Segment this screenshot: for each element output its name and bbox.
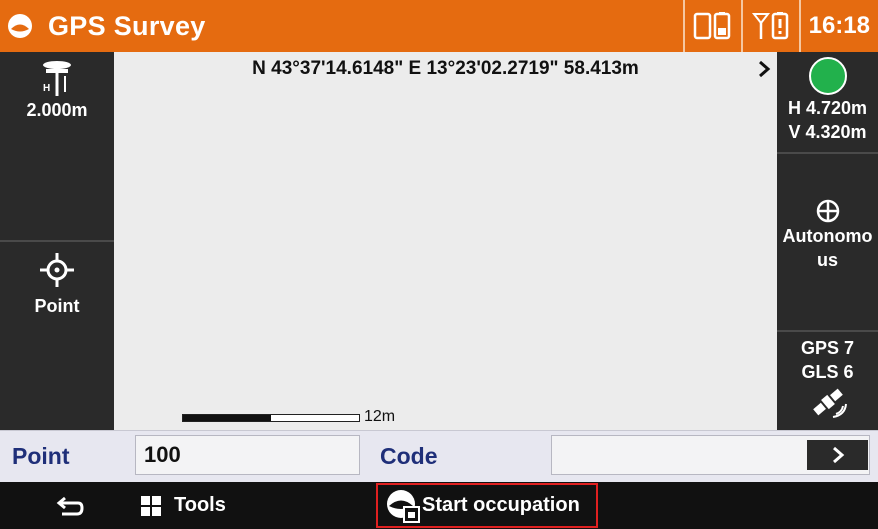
crosshair-icon (40, 253, 74, 287)
solution-type-line2: us (816, 250, 838, 270)
panel-divider (0, 240, 114, 242)
occupation-icon (387, 489, 420, 523)
solution-type-line1: Autonomo (782, 226, 873, 246)
status-area: 16:18 (682, 0, 878, 52)
point-mode-label: Point (34, 296, 80, 316)
position-expand-arrow-icon[interactable] (757, 52, 771, 86)
position-text: N 43°37'14.6148" E 13°23'02.2719" 58.413… (252, 58, 639, 79)
code-next-button[interactable] (807, 440, 868, 470)
svg-text:H: H (43, 83, 50, 94)
antenna-height-value: 2.000m (26, 100, 88, 120)
bottom-toolbar: Tools Start occupation (0, 482, 878, 529)
v-precision: V 4.320m (788, 122, 867, 142)
clock: 16:18 (808, 12, 870, 39)
panel-divider (777, 330, 878, 332)
app-logo-icon[interactable] (0, 0, 40, 52)
chevron-right-icon (832, 446, 844, 464)
panel-divider (777, 152, 878, 154)
antenna-height-button[interactable]: H 2.000m (0, 58, 114, 122)
precision-button[interactable]: H 4.720m V 4.320m (777, 56, 878, 144)
start-occupation-label: Start occupation (422, 494, 580, 516)
satellite-icon (812, 388, 847, 418)
satellites-button[interactable]: GPS 7 GLS 6 (777, 336, 878, 420)
scale-label: 12m (364, 408, 396, 425)
back-arrow-icon (56, 496, 84, 515)
antenna-icon: H (43, 61, 71, 96)
receiver-battery-icon (743, 0, 799, 52)
gps-sat-count: GPS 7 (800, 338, 855, 358)
grid-icon (141, 495, 161, 516)
right-panel: H 4.720m V 4.320m Autonomo us GPS 7 GLS … (777, 52, 878, 430)
fix-status-icon (808, 57, 847, 95)
device-battery-icon (685, 0, 741, 52)
target-icon (816, 199, 839, 223)
point-input-row: Point 100 Code (0, 430, 878, 482)
scale-bar (182, 414, 360, 422)
solution-button[interactable]: Autonomo us (777, 198, 878, 272)
code-label: Code (380, 443, 438, 469)
point-id-field[interactable]: 100 (135, 435, 360, 475)
glonass-sat-count: GLS 6 (801, 362, 854, 382)
tools-label: Tools (174, 494, 226, 516)
left-panel: H 2.000m Point (0, 52, 114, 430)
start-occupation-button[interactable]: Start occupation (376, 483, 598, 528)
back-button[interactable] (50, 482, 90, 529)
map-view[interactable]: N 43°37'14.6148" E 13°23'02.2719" 58.413… (114, 52, 777, 430)
position-readout: N 43°37'14.6148" E 13°23'02.2719" 58.413… (114, 52, 777, 86)
title-bar: GPS Survey 16:18 (0, 0, 878, 52)
h-precision: H 4.720m (787, 98, 868, 118)
tools-button[interactable]: Tools (140, 482, 226, 529)
app-title: GPS Survey (48, 10, 206, 41)
point-label: Point (12, 443, 70, 469)
point-mode-button[interactable]: Point (0, 252, 114, 318)
